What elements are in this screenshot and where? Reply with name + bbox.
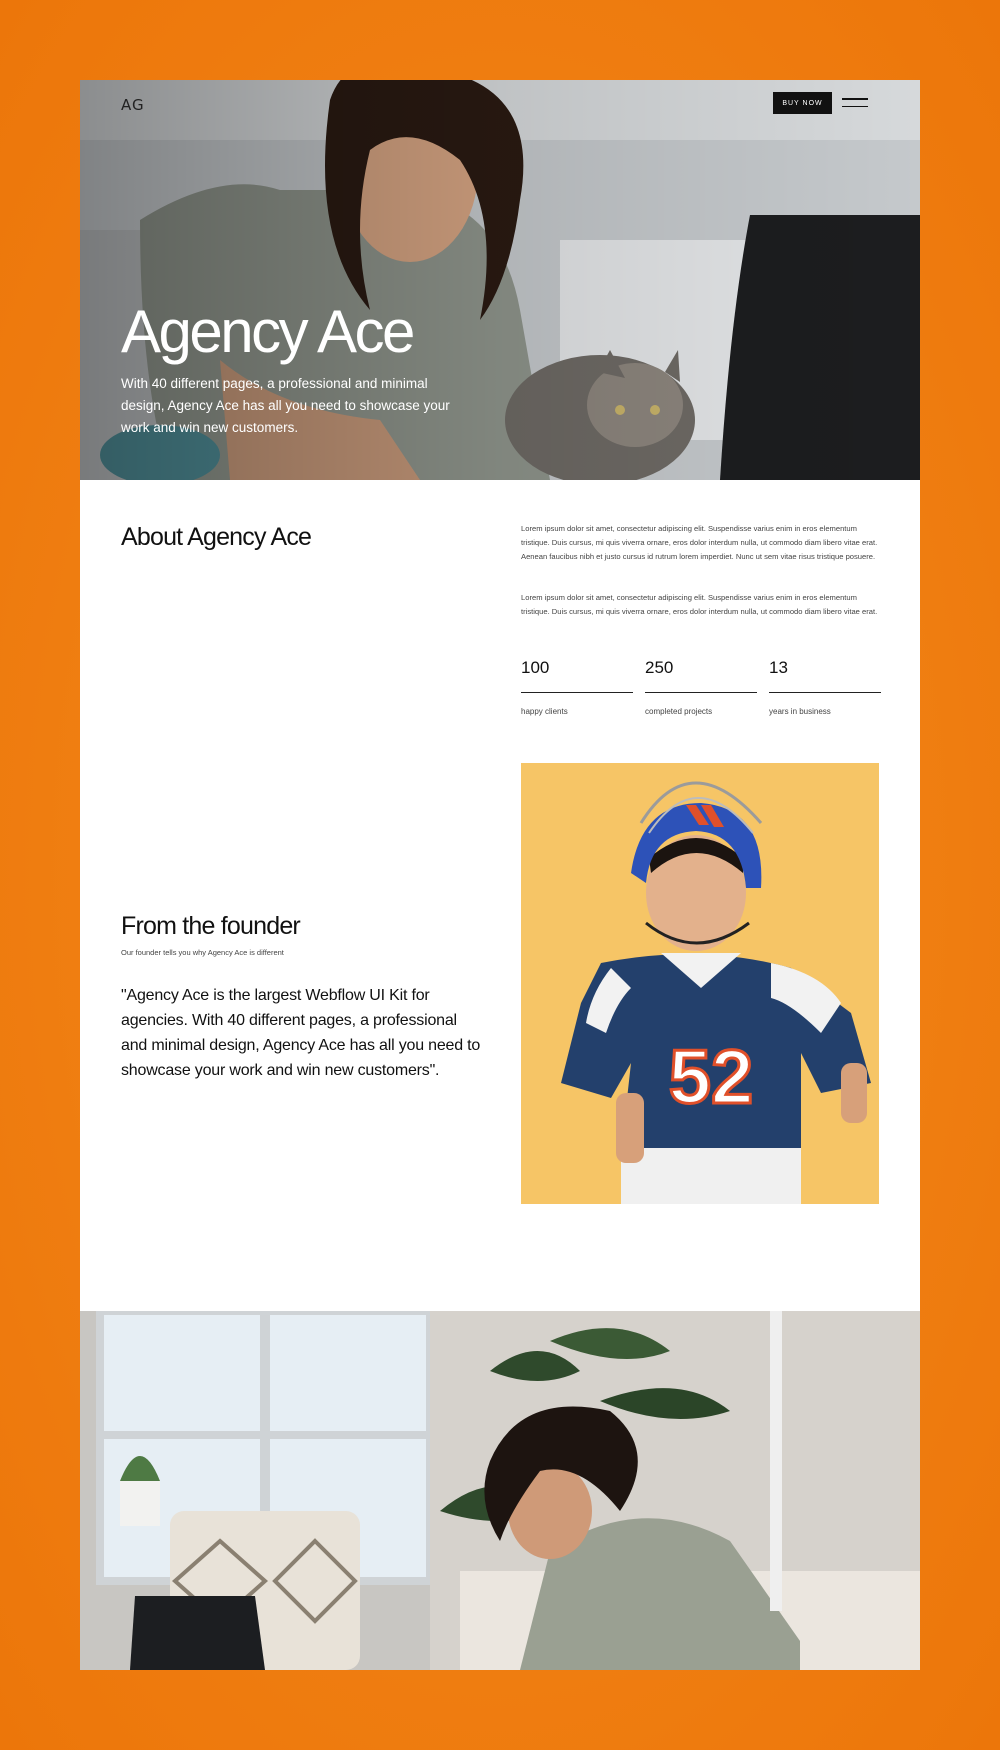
hero-title: Agency Ace [121, 298, 415, 365]
about-heading: About Agency Ace [121, 523, 312, 551]
founder-subtitle: Our founder tells you why Agency Ace is … [121, 948, 284, 957]
stat-divider [769, 692, 881, 693]
hero-section: AG BUY NOW Agency Ace With 40 different … [80, 80, 920, 480]
stat-value: 13 [769, 658, 788, 677]
hamburger-menu-icon[interactable] [842, 98, 868, 108]
brand-logo[interactable]: AG [121, 96, 145, 114]
about-paragraph-1: Lorem ipsum dolor sit amet, consectetur … [521, 524, 878, 561]
stat-value: 100 [521, 658, 550, 677]
stat-value: 250 [645, 658, 674, 677]
founder-image: 52 [521, 763, 879, 1204]
page-container: AG BUY NOW Agency Ace With 40 different … [80, 80, 920, 1670]
founder-quote: "Agency Ace is the largest Webflow UI Ki… [121, 987, 481, 1079]
about-paragraph-2: Lorem ipsum dolor sit amet, consectetur … [521, 593, 878, 616]
stat-label: happy clients [521, 707, 568, 716]
stat-divider [645, 692, 757, 693]
stat-completed-projects: 250 completed projects [645, 658, 757, 716]
stat-divider [521, 692, 633, 693]
stat-label: completed projects [645, 707, 713, 716]
living-room-illustration [80, 1311, 920, 1670]
founder-heading: From the founder [121, 912, 301, 940]
bottom-image [80, 1311, 920, 1670]
jersey-number: 52 [669, 1035, 754, 1120]
stat-label: years in business [769, 707, 831, 716]
stat-happy-clients: 100 happy clients [521, 658, 633, 716]
child-football-illustration: 52 [521, 763, 879, 1204]
hero-subtitle: With 40 different pages, a professional … [121, 376, 450, 435]
stat-years-in-business: 13 years in business [769, 658, 881, 716]
buy-now-button[interactable]: BUY NOW [773, 92, 832, 114]
